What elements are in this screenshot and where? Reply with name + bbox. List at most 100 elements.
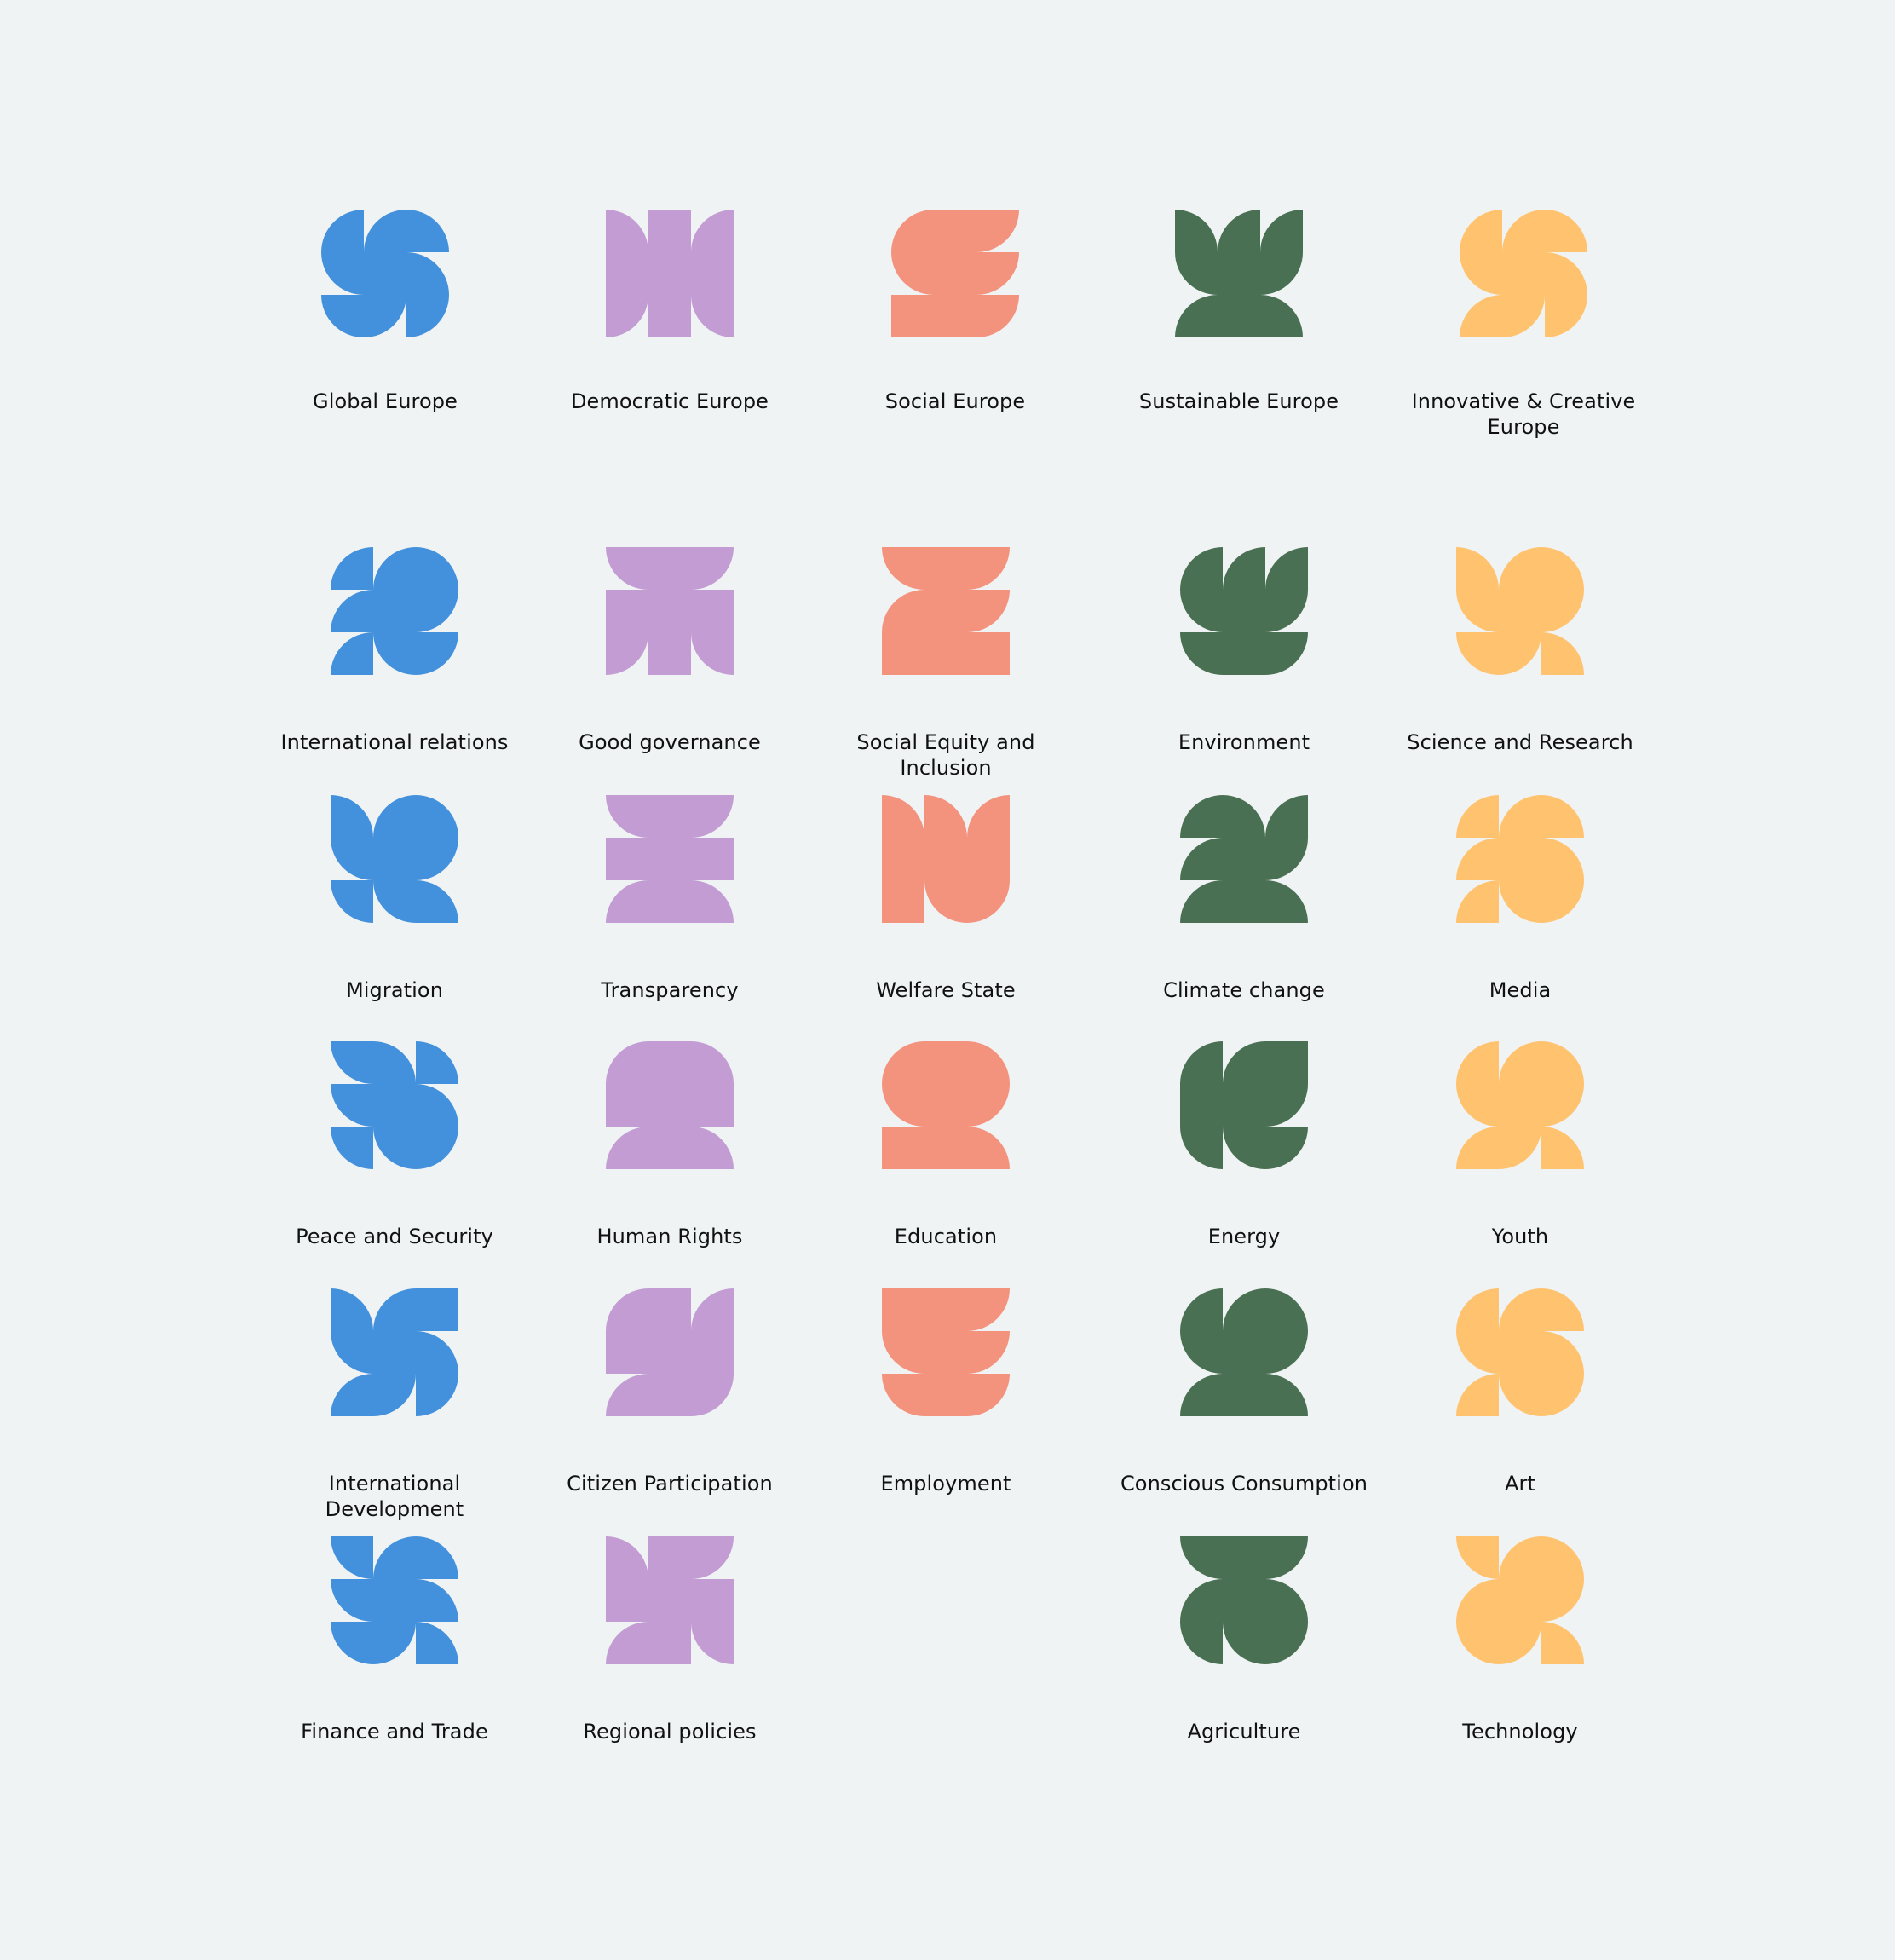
icon-cell (1460, 295, 1502, 337)
icon-cell (331, 838, 373, 880)
icon-cell (416, 1579, 458, 1622)
icon-cell (882, 632, 924, 675)
icon-cell (882, 1331, 924, 1374)
icon-cell (373, 880, 416, 923)
icon-cell (1265, 590, 1308, 632)
icon-cell (691, 632, 734, 675)
icon-cell (648, 1536, 691, 1579)
icon-cell (1499, 838, 1541, 880)
icon-cell (882, 590, 924, 632)
icon-cell (364, 252, 406, 295)
topic-climate-change: Climate change (1108, 795, 1380, 1003)
topic-label: Education (894, 1225, 998, 1248)
icon-cell (1265, 632, 1308, 675)
icon-cell (1499, 1622, 1541, 1664)
icon-cell (934, 295, 976, 337)
icon-cell (331, 632, 373, 675)
icon-cell (606, 1579, 648, 1622)
icon-cell (1499, 547, 1541, 590)
icon-cell (416, 1041, 458, 1084)
icon-cell (1180, 1127, 1223, 1169)
icon-cell (1180, 880, 1223, 923)
topic-label: Regional policies (583, 1720, 757, 1744)
icon-cell (691, 295, 734, 337)
icon-cell (1456, 1622, 1499, 1664)
international-development-icon (331, 1288, 458, 1416)
topic-youth: Youth (1384, 1041, 1656, 1249)
icon-cell (1260, 295, 1303, 337)
icon-cell (1545, 210, 1587, 252)
icon-cell (1499, 880, 1541, 923)
icon-cell (934, 252, 976, 295)
icon-cell (648, 295, 691, 337)
icon-cell (1499, 1536, 1541, 1579)
media-icon (1456, 795, 1584, 923)
icon-cell (1218, 210, 1260, 252)
topic-label: International Development (325, 1472, 464, 1521)
icon-cell (1456, 1084, 1499, 1127)
topic-employment: Employment (809, 1288, 1082, 1496)
icon-cell (1541, 632, 1584, 675)
icon-cell (331, 1622, 373, 1664)
topic-label: Technology (1462, 1720, 1578, 1744)
icon-cell (924, 632, 967, 675)
icon-cell (606, 795, 648, 838)
topic-label: Welfare State (876, 978, 1016, 1002)
icon-cell (976, 295, 1019, 337)
education-icon (882, 1041, 1010, 1169)
icon-cell (1265, 1084, 1308, 1127)
icon-cell (967, 838, 1010, 880)
topic-label: Citizen Participation (567, 1472, 773, 1496)
icon-cell (1180, 1288, 1223, 1331)
icon-cell (691, 210, 734, 252)
icon-cell (648, 1127, 691, 1169)
icon-cell (976, 252, 1019, 295)
icon-cell (606, 1288, 648, 1331)
icon-cell (691, 252, 734, 295)
topic-environment: Environment (1108, 547, 1380, 755)
icon-cell (924, 1084, 967, 1127)
icon-cell (648, 1084, 691, 1127)
icon-cell (648, 795, 691, 838)
icon-cell (321, 252, 364, 295)
icon-cell (1456, 547, 1499, 590)
topic-innovative-and-creative-europe: Innovative & Creative Europe (1387, 210, 1660, 440)
icon-cell (606, 632, 648, 675)
topic-peace-and-security: Peace and Security (258, 1041, 531, 1249)
democratic-europe-icon (606, 210, 734, 337)
topic-label: Democratic Europe (570, 389, 769, 413)
icon-cell (373, 1288, 416, 1331)
icon-cell (1265, 1288, 1308, 1331)
icon-cell (1541, 1374, 1584, 1416)
icon-cell (1265, 1331, 1308, 1374)
icon-cell (1180, 838, 1223, 880)
icon-cell (924, 1041, 967, 1084)
topic-art: Art (1384, 1288, 1656, 1496)
icon-cell (648, 210, 691, 252)
icon-cell (1456, 1288, 1499, 1331)
icon-cell (1265, 547, 1308, 590)
icon-cell (1502, 295, 1545, 337)
icon-cell (1223, 547, 1265, 590)
icon-cell (373, 1331, 416, 1374)
international-relations-icon (331, 547, 458, 675)
icon-cell (648, 880, 691, 923)
topic-label: Human Rights (596, 1225, 743, 1248)
regional-policies-icon (606, 1536, 734, 1664)
icon-cell (1223, 1127, 1265, 1169)
icon-cell (1499, 1374, 1541, 1416)
icon-cell (606, 210, 648, 252)
icon-cell (967, 632, 1010, 675)
icon-cell (331, 880, 373, 923)
icon-cell (416, 1331, 458, 1374)
icon-cell (1223, 1331, 1265, 1374)
icon-cell (331, 1579, 373, 1622)
icon-cell (1541, 590, 1584, 632)
icon-cell (1541, 547, 1584, 590)
icon-cell (1180, 1536, 1223, 1579)
topic-global-europe: Global Europe (249, 210, 521, 414)
icon-cell (691, 1084, 734, 1127)
icon-cell (1456, 1041, 1499, 1084)
peace-and-security-icon (331, 1041, 458, 1169)
icon-cell (1456, 1127, 1499, 1169)
